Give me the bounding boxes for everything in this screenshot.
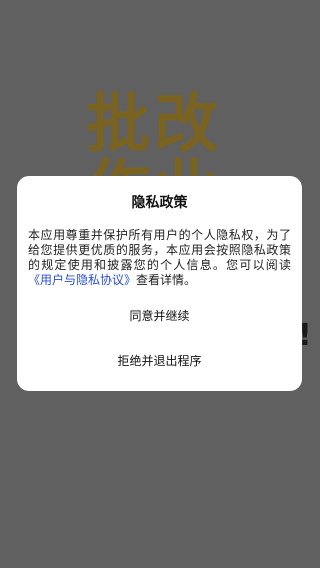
dialog-body-outro: 查看详情。 [136,273,197,287]
dialog-body: 本应用尊重并保护所有用户的个人隐私权，为了给您提供更优质的服务，本应用会按照隐私… [28,228,291,288]
dialog-title: 隐私政策 [131,195,188,211]
refuse-exit-button[interactable]: 拒绝并退出程序 [17,346,302,376]
background-logo-line-1: 批改 [86,88,222,162]
app-screen: 批改 作业 ! 隐私政策 本应用尊重并保护所有用户的个人隐私权，为了给您提供更优… [0,0,320,568]
dialog-body-intro: 本应用尊重并保护所有用户的个人隐私权，为了给您提供更优质的服务，本应用会按照隐私… [28,228,291,272]
agree-continue-button[interactable]: 同意并继续 [17,301,302,331]
privacy-agreement-link[interactable]: 《用户与隐私协议》 [28,273,136,287]
privacy-dialog: 隐私政策 本应用尊重并保护所有用户的个人隐私权，为了给您提供更优质的服务，本应用… [17,176,302,391]
